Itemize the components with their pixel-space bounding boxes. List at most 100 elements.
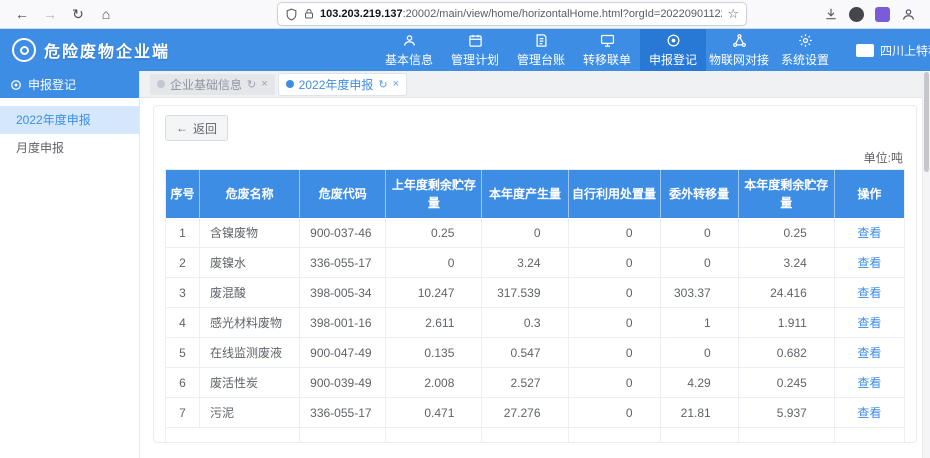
nav-item-target[interactable]: 申报登记 — [640, 29, 706, 71]
nav-item-label: 系统设置 — [780, 52, 829, 67]
tracking-shield-icon[interactable] — [285, 8, 298, 21]
user-info[interactable]: 四川上特科 — [838, 29, 930, 71]
view-link[interactable]: 查看 — [857, 226, 881, 240]
nav-item-calendar[interactable]: 管理计划 — [442, 29, 508, 71]
table-row: 7 污泥 336-055-17 0.471 27.276 0 21.81 5.937 查看 — [165, 397, 905, 428]
total-value-cell: 36.681 — [738, 427, 835, 442]
total-value-cell: 330.47 — [660, 427, 739, 442]
app-logo-icon — [12, 38, 36, 62]
back-button[interactable]: ← 返回 — [165, 115, 229, 141]
account-profile-icon[interactable] — [901, 7, 916, 22]
sidebar: 申报登记 2022年度申报 月度申报 — [0, 71, 140, 458]
cell: 0.547 — [481, 337, 569, 368]
extension-circle-icon[interactable] — [849, 6, 864, 22]
tab-0[interactable]: 企业基础信息 ↻ × — [150, 73, 275, 95]
brand: 危险废物企业端 — [0, 29, 182, 71]
cell: 0.25 — [385, 218, 483, 248]
action-cell: 查看 — [834, 218, 905, 248]
cell: 感光材料废物 — [199, 307, 301, 338]
url-path: :20002/main/view/home/horizontalHome.htm… — [402, 8, 723, 20]
cell: 4.29 — [660, 367, 739, 398]
cell: 398-001-16 — [299, 307, 387, 338]
nav-item-gear[interactable]: 系统设置 — [772, 29, 838, 71]
cell: 废镍水 — [199, 247, 301, 278]
browser-right-icons — [824, 6, 920, 22]
cell: 0 — [660, 337, 739, 368]
cell: 0.25 — [738, 218, 835, 248]
cell: 0 — [568, 218, 661, 248]
sidebar-menu: 2022年度申报 月度申报 — [0, 98, 139, 162]
action-cell: 查看 — [834, 307, 905, 338]
view-link[interactable]: 查看 — [857, 346, 881, 360]
target-icon — [666, 33, 681, 48]
cell: 3 — [165, 277, 201, 308]
cell-empty — [299, 427, 387, 442]
nav-item-label: 基本信息 — [384, 52, 433, 67]
column-header-7: 本年度剩余贮存量 — [738, 169, 835, 218]
browser-refresh-icon[interactable]: ↻ — [66, 2, 90, 26]
user-name: 四川上特科 — [880, 43, 930, 58]
tab-status-dot — [157, 80, 165, 88]
cell: 900-047-49 — [299, 337, 387, 368]
cell: 398-005-34 — [299, 277, 387, 308]
view-link[interactable]: 查看 — [857, 376, 881, 390]
download-icon[interactable] — [824, 7, 838, 21]
table-header-row: 序号 危废名称 危废代码 上年度剩余贮存量 本年度产生量 自行利用处置量 委外转移量 本年度剩… — [165, 169, 905, 218]
nav-item-ledger[interactable]: 管理台账 — [508, 29, 574, 71]
user-org-icon — [856, 43, 874, 57]
nav-item-label: 管理计划 — [450, 52, 499, 67]
tab-1[interactable]: 2022年度申报 ↻ × — [278, 73, 407, 95]
total-label-cell: 合计 — [165, 427, 301, 442]
cell: 0 — [660, 247, 739, 278]
nav-item-network[interactable]: 物联网对接 — [706, 29, 772, 71]
page-scrollbar[interactable] — [922, 71, 930, 458]
column-header-5: 自行利用处置量 — [568, 169, 661, 218]
sidebar-item-0[interactable]: 2022年度申报 — [0, 106, 139, 134]
sidebar-header: 申报登记 — [0, 71, 139, 98]
url-bar[interactable]: 103.203.219.137 :20002/main/view/home/ho… — [278, 3, 746, 25]
scrollbar-thumb[interactable] — [924, 72, 929, 172]
nav-item-id-card[interactable]: 基本信息 — [376, 29, 442, 71]
view-link[interactable]: 查看 — [857, 286, 881, 300]
cell: 0 — [568, 337, 661, 368]
cell: 废活性炭 — [199, 367, 301, 398]
cell: 0 — [568, 367, 661, 398]
action-cell: 查看 — [834, 337, 905, 368]
nav-item-label: 转移联单 — [582, 52, 631, 67]
cell: 5.937 — [738, 397, 835, 428]
tab-close-icon[interactable]: × — [261, 78, 267, 90]
lock-icon — [303, 8, 315, 20]
tab-refresh-icon[interactable]: ↻ — [378, 78, 387, 91]
nav-item-monitor[interactable]: 转移联单 — [574, 29, 640, 71]
column-header-0: 序号 — [165, 169, 201, 218]
cell: 2.008 — [385, 367, 483, 398]
tab-bar: 企业基础信息 ↻ × 2022年度申报 ↻ × — [140, 71, 930, 98]
tab-close-icon[interactable]: × — [393, 78, 399, 90]
cell: 污泥 — [199, 397, 301, 428]
cell: 336-055-17 — [299, 247, 387, 278]
browser-back-icon[interactable]: ← — [10, 2, 34, 26]
calendar-icon — [468, 33, 483, 48]
browser-home-icon[interactable]: ⌂ — [94, 2, 118, 26]
cell: 10.247 — [385, 277, 483, 308]
tab-refresh-icon[interactable]: ↻ — [247, 78, 256, 91]
view-link[interactable]: 查看 — [857, 406, 881, 420]
cell: 1.911 — [738, 307, 835, 338]
nav-item-label: 物联网对接 — [708, 52, 769, 67]
tab-label: 2022年度申报 — [298, 77, 374, 92]
cell: 0 — [568, 277, 661, 308]
table-row: 2 废镍水 336-055-17 0 3.24 0 0 3.24 查看 — [165, 247, 905, 278]
cell: 0 — [385, 247, 483, 278]
action-cell: 查看 — [834, 397, 905, 428]
extension-square-icon[interactable] — [875, 6, 890, 22]
total-value-cell: 15.722 — [385, 427, 483, 442]
browser-forward-icon[interactable]: → — [38, 2, 62, 26]
view-link[interactable]: 查看 — [857, 316, 881, 330]
cell: 5 — [165, 337, 201, 368]
column-header-2: 危废代码 — [299, 169, 387, 218]
cell-empty — [834, 428, 904, 443]
bookmark-star-icon[interactable]: ☆ — [727, 6, 739, 22]
view-link[interactable]: 查看 — [857, 256, 881, 270]
nav-item-label: 申报登记 — [648, 52, 697, 67]
sidebar-item-1[interactable]: 月度申报 — [0, 134, 139, 162]
